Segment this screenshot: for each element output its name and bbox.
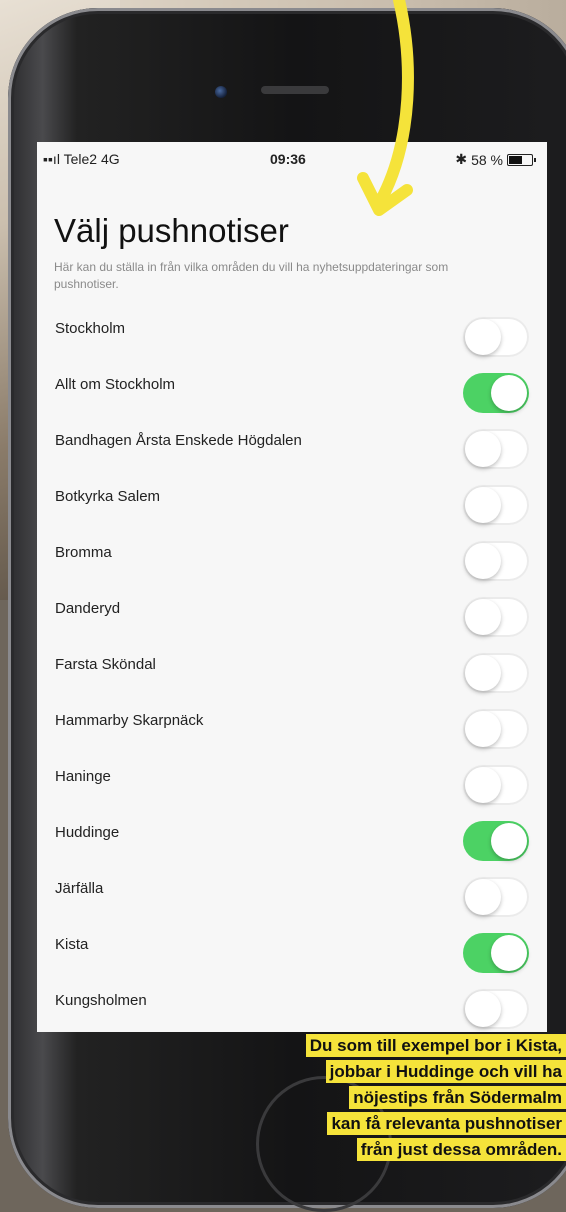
toggle-knob (465, 487, 501, 523)
setting-label: Botkyrka Salem (55, 488, 161, 505)
setting-toggle[interactable] (463, 317, 529, 357)
setting-toggle[interactable] (463, 709, 529, 749)
front-camera (215, 86, 227, 98)
arrow-annotation-icon (357, 0, 414, 216)
earpiece-speaker (261, 86, 329, 94)
toggle-knob (465, 655, 501, 691)
setting-toggle[interactable] (463, 933, 529, 973)
caption-annotation: Du som till exempel bor i Kista, jobbar i… (305, 1033, 566, 1163)
setting-toggle[interactable] (463, 877, 529, 917)
toggle-knob (465, 599, 501, 635)
network-type: 4G (100, 151, 120, 167)
caption-line: kan få relevanta pushnotiser (327, 1112, 566, 1135)
toggle-knob (465, 991, 501, 1027)
setting-row: Bandhagen Årsta Enskede Högdalen (37, 414, 547, 470)
setting-toggle[interactable] (463, 597, 529, 637)
setting-toggle[interactable] (463, 765, 529, 805)
setting-label: Järfälla (55, 880, 104, 897)
setting-row: Järfälla (37, 862, 547, 918)
setting-label: Danderyd (55, 600, 121, 617)
caption-line: nöjestips från Södermalm (349, 1086, 566, 1109)
toggle-knob (465, 711, 501, 747)
setting-label: Stockholm (55, 320, 126, 337)
settings-list: Stockholm Allt om Stockholm Bandhagen Årst… (37, 302, 547, 1030)
setting-label: Bandhagen Årsta Enskede Högdalen (55, 432, 302, 449)
setting-toggle[interactable] (463, 373, 529, 413)
setting-toggle[interactable] (463, 541, 529, 581)
battery-percent: 58 % (471, 151, 503, 168)
toggle-knob (465, 543, 501, 579)
setting-row: Hammarby Skarpnäck (37, 694, 547, 750)
phone-screen: ▪▪ıl Tele2 4G 09:36 ✱ 58 % Välj pushnoti… (37, 142, 547, 1032)
setting-toggle[interactable] (463, 653, 529, 693)
setting-row: Bromma (37, 526, 547, 582)
setting-label: Farsta Sköndal (55, 656, 156, 673)
setting-toggle[interactable] (463, 989, 529, 1029)
toggle-knob (465, 431, 501, 467)
toggle-knob (465, 767, 501, 803)
setting-row: Haninge (37, 750, 547, 806)
setting-label: Haninge (55, 768, 111, 785)
setting-row: Danderyd (37, 582, 547, 638)
status-carrier: ▪▪ıl Tele2 4G (43, 151, 120, 167)
setting-toggle[interactable] (463, 429, 529, 469)
bluetooth-icon: ✱ (455, 151, 468, 167)
battery-icon (507, 153, 536, 166)
signal-icon: ▪▪ıl (43, 151, 60, 167)
setting-row: Farsta Sköndal (37, 638, 547, 694)
status-bar: ▪▪ıl Tele2 4G 09:36 ✱ 58 % (37, 142, 547, 178)
caption-line: från just dessa områden. (356, 1138, 566, 1161)
setting-row: Stockholm (37, 302, 547, 358)
toggle-knob (491, 823, 527, 859)
setting-label: Kungsholmen (55, 992, 147, 1009)
toggle-knob (465, 879, 501, 915)
setting-label: Kista (55, 936, 89, 953)
caption-line: jobbar i Huddinge och vill ha (325, 1060, 566, 1083)
toggle-knob (491, 375, 527, 411)
caption-line: Du som till exempel bor i Kista, (305, 1034, 566, 1057)
setting-label: Bromma (55, 544, 112, 561)
status-right: ✱ 58 % (455, 151, 536, 168)
carrier-name: Tele2 (63, 151, 98, 167)
setting-label: Huddinge (55, 824, 120, 841)
setting-toggle[interactable] (463, 485, 529, 525)
setting-row: Allt om Stockholm (37, 358, 547, 414)
toggle-knob (465, 319, 501, 355)
setting-row: Kungsholmen (37, 974, 547, 1030)
setting-toggle[interactable] (463, 821, 529, 861)
battery-fill (509, 155, 522, 164)
setting-label: Allt om Stockholm (55, 376, 176, 393)
setting-label: Hammarby Skarpnäck (55, 712, 204, 729)
page-subtitle: Här kan du ställa in från vilka områden … (54, 260, 449, 291)
setting-row: Huddinge (37, 806, 547, 862)
page-title: Välj pushnotiser (54, 212, 289, 249)
setting-row: Botkyrka Salem (37, 470, 547, 526)
toggle-knob (491, 935, 527, 971)
setting-row: Kista (37, 918, 547, 974)
status-time: 09:36 (270, 151, 306, 167)
